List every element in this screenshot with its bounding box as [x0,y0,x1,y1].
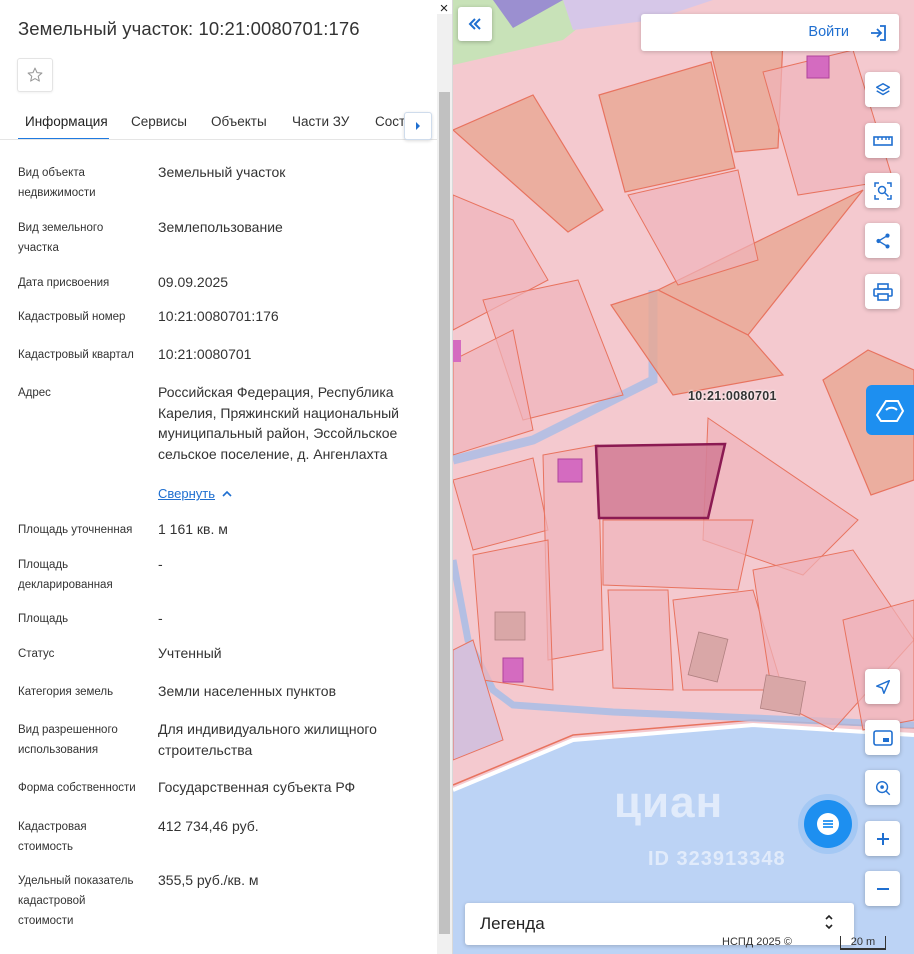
property-value: 355,5 руб./кв. м [158,872,259,888]
page-title: Земельный участок: 10:21:0080701:176 [18,18,360,39]
star-icon [27,67,43,82]
panel-scrollbar-thumb[interactable] [439,92,450,934]
print-button[interactable] [865,274,900,309]
property-label: Площадь декларированная [18,559,113,591]
property-label: Адрес [18,387,51,399]
search-location-button[interactable] [865,770,900,805]
navigate-button[interactable] [865,669,900,704]
watermark: циан [614,778,724,827]
property-label: Кадастровая стоимость [18,821,87,853]
share-icon [875,233,890,248]
zoom-in-button[interactable] [865,821,900,856]
property-label: Вид объекта недвижимости [18,167,96,199]
chevron-right-icon [416,122,420,130]
property-value: Земельный участок [158,164,286,180]
property-label: Категория земель [18,686,114,698]
tabs-scroll-right-button[interactable] [404,112,432,140]
property-label: Удельный показатель кадастровой стоимост… [18,875,134,927]
property-value: 1 161 кв. м [158,521,228,537]
legend-dropdown[interactable]: Легенда [465,903,854,945]
property-value: 10:21:0080701:176 [158,308,279,324]
property-value: Для индивидуального жилищного строительс… [158,721,377,758]
property-label: Статус [18,648,55,660]
active-tab-indicator [18,138,109,139]
select-area-button[interactable] [865,173,900,208]
minimap-button[interactable] [865,720,900,755]
zoom-out-button[interactable] [865,871,900,906]
address-value: Российская Федерация, Республика Карелия… [158,384,399,462]
chat-icon [817,813,839,835]
tab-objects[interactable]: Объекты [211,114,267,129]
ruler-icon [872,135,893,146]
up-down-chevron-icon [824,913,834,933]
copyright-text: НСПД 2025 © [722,936,792,948]
navigation-arrow-icon [875,679,890,694]
property-label: Форма собственности [18,782,136,794]
property-value: Земли населенных пунктов [158,683,337,699]
property-label: Кадастровый номер [18,311,126,323]
property-label: Вид земельного участка [18,222,104,254]
cadastral-quarter-label: 10:21:0080701 [688,389,777,403]
tab-information[interactable]: Информация [25,114,108,129]
measure-button[interactable] [865,123,900,158]
login-button[interactable]: Войти [641,14,899,51]
property-value: 10:21:0080701 [158,346,252,362]
info-panel: Земельный участок: 10:21:0080701:176 × И… [0,0,453,954]
collapse-address-link[interactable]: Свернуть [158,486,215,501]
minus-icon [876,887,889,890]
property-value: Государственная субъекта РФ [158,779,356,795]
minimap-icon [872,729,893,746]
legend-label: Легенда [480,914,545,933]
property-value: 09.09.2025 [158,274,229,290]
login-label: Войти [808,24,849,40]
property-value: Землепользование [158,219,283,235]
property-value: - [158,556,163,572]
collapse-panel-button[interactable] [458,7,492,41]
location-search-icon [875,780,890,795]
property-label: Вид разрешенного использования [18,724,118,756]
side-panel-tab[interactable] [866,385,914,435]
double-chevron-left-icon [468,18,481,30]
property-label: Дата присвоения [18,277,110,289]
layers-icon [875,82,890,95]
tab-services[interactable]: Сервисы [131,114,187,129]
plus-icon [876,832,889,845]
property-label: Площадь [18,613,69,625]
property-value: - [158,610,163,626]
login-icon [871,25,886,41]
layers-button[interactable] [865,72,900,107]
map-pin-icon [875,400,905,422]
chevron-up-icon[interactable] [222,487,232,501]
property-value: Учтенный [158,645,222,661]
printer-icon [872,282,893,301]
watermark-id: ID 323913348 [648,848,786,870]
tab-parts[interactable]: Части ЗУ [292,114,349,129]
property-label: Кадастровый квартал [18,349,134,361]
property-value: 412 734,46 руб. [158,818,259,834]
tabs-bar: Информация Сервисы Объекты Части ЗУ Сост… [0,104,437,140]
favorite-button[interactable] [17,58,53,92]
scale-bar: 20 m [840,936,886,950]
chat-button[interactable] [804,800,852,848]
share-button[interactable] [865,223,900,258]
select-area-icon [873,181,892,200]
property-label: Площадь уточненная [18,524,133,536]
